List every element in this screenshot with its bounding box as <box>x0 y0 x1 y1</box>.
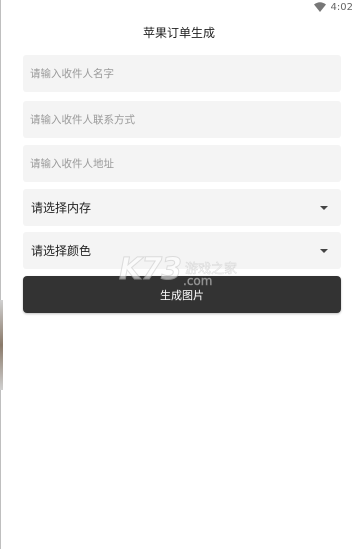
generate-image-button[interactable]: 生成图片 <box>23 276 341 313</box>
memory-select[interactable]: 请选择内存 <box>23 189 341 226</box>
status-bar: 4:02 <box>1 0 357 14</box>
status-right: 4:02 <box>313 0 353 14</box>
memory-select-label: 请选择内存 <box>31 201 92 215</box>
app-screen: 4:02 苹果订单生成 请选择内存 请选择颜色 生成图片 K73 游戏之家 .c… <box>0 0 357 549</box>
color-select[interactable]: 请选择颜色 <box>23 232 341 269</box>
wifi-icon <box>313 2 326 12</box>
recipient-contact-input[interactable] <box>23 101 348 138</box>
status-time: 4:02 <box>330 1 353 13</box>
edge-shadow <box>0 300 3 390</box>
recipient-address-field[interactable] <box>23 145 348 182</box>
color-select-label: 请选择颜色 <box>31 244 92 258</box>
recipient-name-input[interactable] <box>23 55 348 92</box>
recipient-address-input[interactable] <box>23 145 348 182</box>
recipient-contact-field[interactable] <box>23 101 348 138</box>
page-title: 苹果订单生成 <box>142 26 215 40</box>
caret-down-icon <box>320 205 328 210</box>
caret-down-icon <box>320 248 328 253</box>
recipient-name-field[interactable] <box>23 55 348 92</box>
